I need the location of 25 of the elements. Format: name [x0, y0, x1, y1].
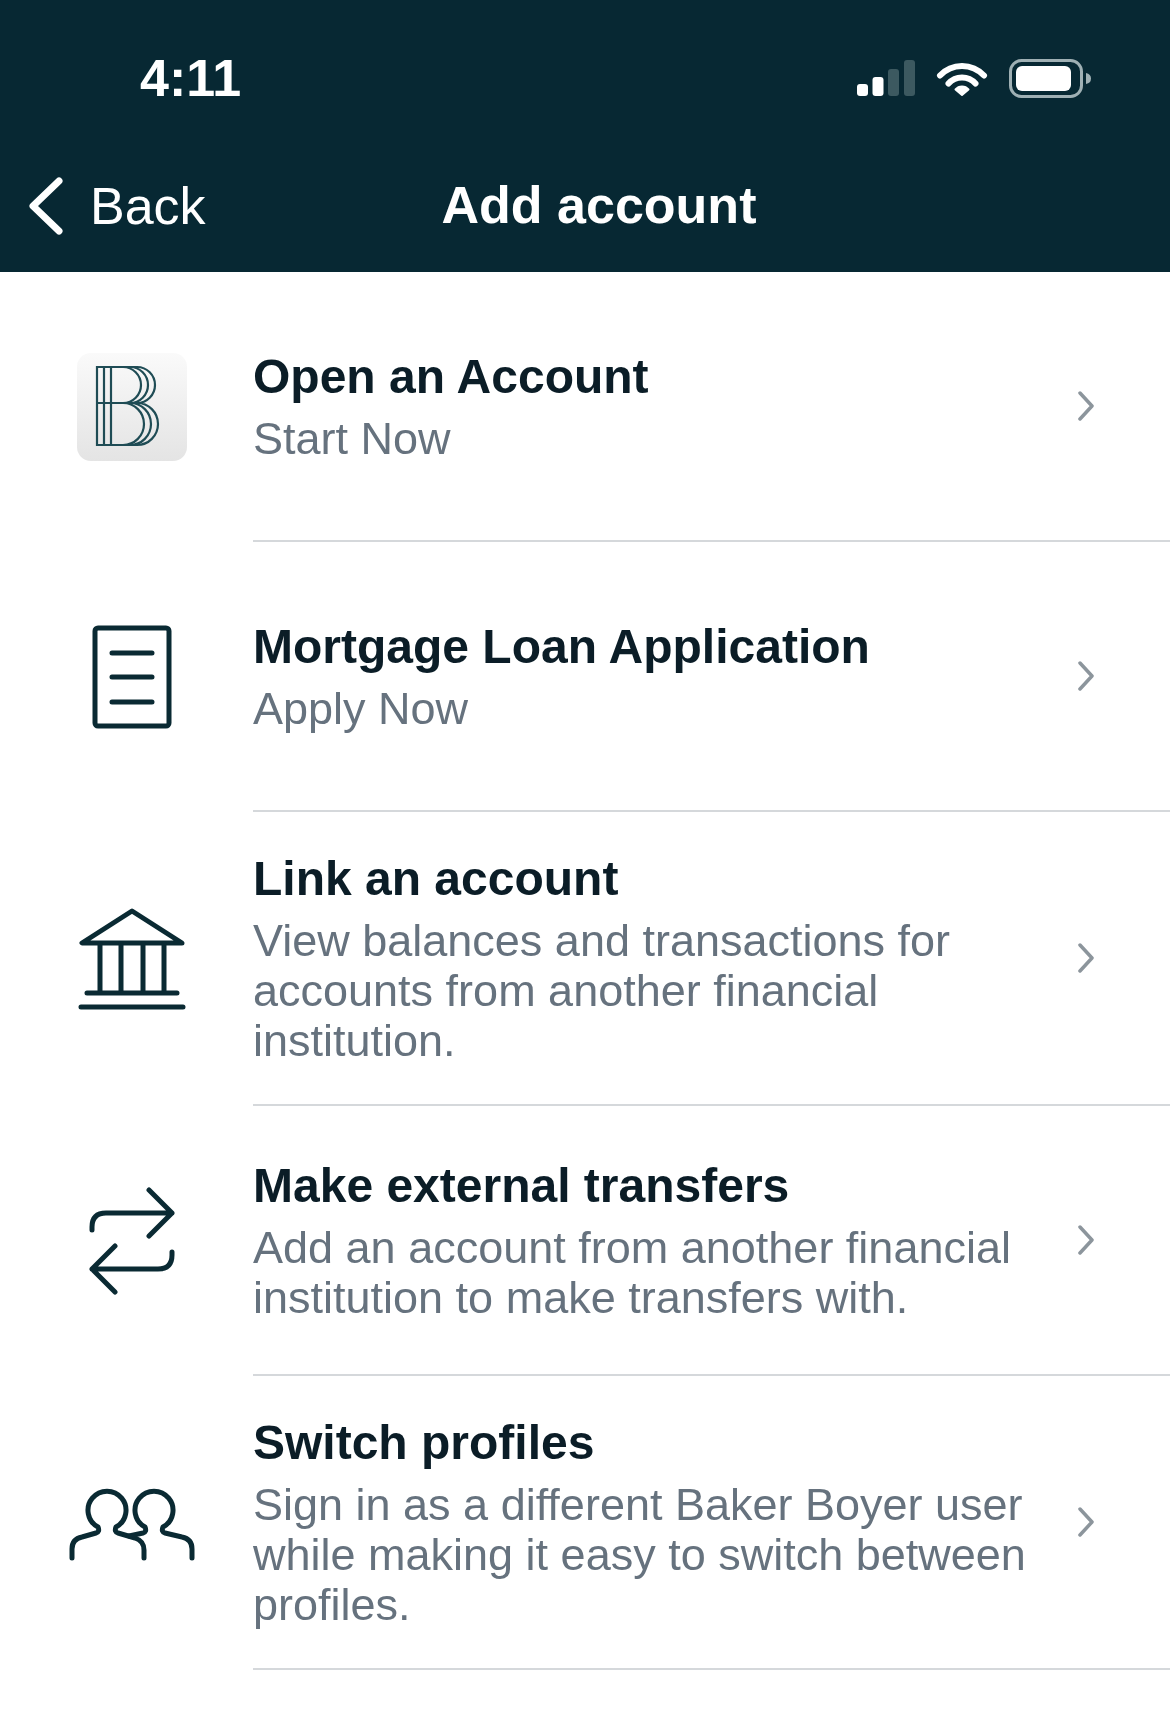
- option-title[interactable]: Link an account: [253, 850, 1053, 908]
- option-description: Sign in as a different Baker Boyer user while making it easy to switch between profiles.: [253, 1480, 1027, 1630]
- option-description: Apply Now: [253, 684, 470, 734]
- chevron-left-icon: [28, 177, 64, 235]
- option-title[interactable]: Switch profiles: [253, 1414, 1053, 1472]
- battery-icon: [1009, 58, 1091, 98]
- back-button[interactable]: Back: [28, 177, 206, 235]
- option-description: View balances and transactions for accounts from another financial institution.: [253, 916, 952, 1066]
- chevron-right-icon: [1078, 1507, 1094, 1537]
- option-description: Add an account from another financial institution to make transfers with.: [253, 1223, 1012, 1323]
- signal-icon: [857, 60, 915, 96]
- option-title[interactable]: Mortgage Loan Application: [253, 618, 870, 676]
- document-icon: [92, 625, 172, 729]
- chevron-right-icon: [1078, 391, 1094, 421]
- chevron-right-icon: [1078, 661, 1094, 691]
- chevron-right-icon: [1078, 1225, 1094, 1255]
- chevron-right-icon: [1078, 943, 1094, 973]
- status-time: 4:11: [140, 52, 242, 104]
- bank-building-icon: [78, 907, 186, 1011]
- swap-arrows-icon: [88, 1187, 176, 1295]
- option-title[interactable]: Open an Account: [253, 348, 649, 406]
- option-title[interactable]: Make external transfers: [253, 1157, 1053, 1215]
- option-description: Start Now: [253, 414, 452, 464]
- screen-title: Add account: [441, 177, 757, 235]
- monogram-logo-icon: [77, 353, 187, 461]
